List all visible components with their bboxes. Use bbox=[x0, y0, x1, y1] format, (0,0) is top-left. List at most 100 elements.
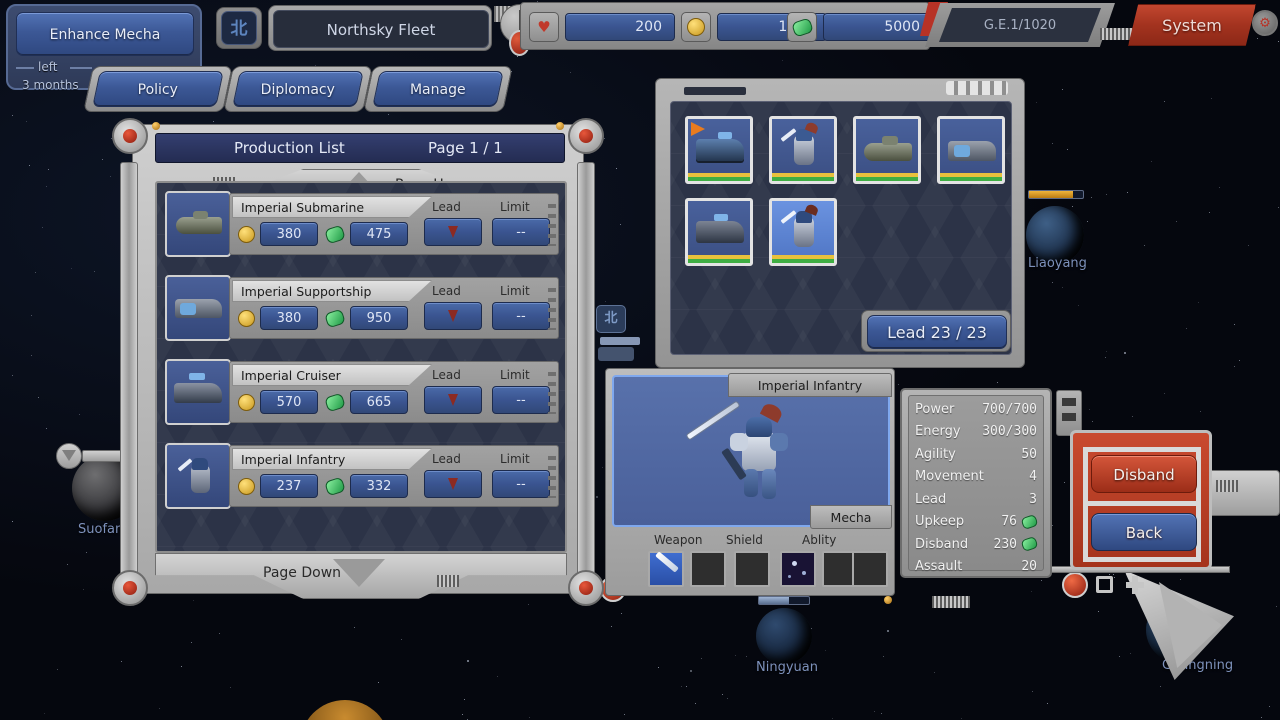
green-gem-icon bbox=[1020, 536, 1039, 553]
plus-icon[interactable] bbox=[1126, 576, 1144, 594]
equip-slot-shield-1[interactable] bbox=[734, 551, 770, 587]
map-fleet-icon-left[interactable]: 北 bbox=[596, 305, 642, 365]
production-title-bar: Production List Page 1 / 1 bbox=[155, 133, 565, 163]
gear-icon[interactable]: ⚙ bbox=[1252, 10, 1278, 36]
tab-policy[interactable]: Policy bbox=[83, 66, 233, 112]
lead-column-label: Lead bbox=[432, 368, 461, 382]
panel-bolt-small-tl bbox=[152, 122, 160, 130]
tab-diplomacy-label-box: Diplomacy bbox=[232, 71, 364, 107]
production-panel: Production List Page 1 / 1 Page Up Imper… bbox=[112, 118, 604, 606]
cruiser-turret-icon bbox=[718, 132, 732, 139]
navy-emblem-icon: 北 bbox=[221, 11, 257, 45]
page-down-grill bbox=[437, 575, 459, 587]
production-thumb[interactable] bbox=[165, 191, 231, 257]
stat-value: 4 bbox=[1029, 469, 1037, 485]
production-row[interactable]: Imperial Supportship 380 950 Lead Limit … bbox=[165, 269, 561, 347]
limit-column-label: Limit bbox=[500, 368, 530, 382]
panel-bolt-top-left bbox=[112, 118, 148, 154]
equip-slot-weapon-2[interactable] bbox=[690, 551, 726, 587]
submarine-icon bbox=[176, 217, 222, 234]
tab-manage[interactable]: Manage bbox=[363, 66, 513, 112]
action-deco-mid bbox=[1087, 501, 1201, 506]
fleet-unit-slot[interactable] bbox=[685, 116, 753, 184]
lead-column-label: Lead bbox=[432, 284, 461, 298]
suofan-marker-tri bbox=[62, 450, 76, 461]
supportship-pod-icon bbox=[180, 303, 196, 315]
mecha-sprite bbox=[685, 400, 800, 503]
map-structure-right bbox=[1208, 470, 1280, 516]
weapon-group-label: Weapon bbox=[654, 533, 703, 547]
resource-value-material: 5000 bbox=[823, 13, 933, 41]
stat-value: 20 bbox=[1021, 559, 1037, 575]
production-limit-value[interactable]: -- bbox=[492, 218, 550, 246]
system-button[interactable]: System bbox=[1128, 4, 1256, 46]
cruiser-icon bbox=[696, 139, 744, 161]
gold-coin-icon bbox=[238, 394, 255, 411]
production-row-body: Imperial Cruiser 570 665 Lead Limit -- bbox=[229, 361, 559, 423]
production-row[interactable]: Imperial Cruiser 570 665 Lead Limit -- bbox=[165, 353, 561, 431]
map-structure-grill bbox=[1216, 480, 1238, 492]
enhance-mecha-button[interactable]: Enhance Mecha bbox=[16, 12, 194, 56]
production-thumb[interactable] bbox=[165, 443, 231, 509]
disband-button[interactable]: Disband bbox=[1091, 455, 1197, 493]
equip-slot-ability-3[interactable] bbox=[852, 551, 888, 587]
mecha-shoulder-left bbox=[730, 433, 748, 451]
liaoyang-progress-bar bbox=[1028, 190, 1084, 199]
production-limit-value[interactable]: -- bbox=[492, 386, 550, 414]
bottom-bolt bbox=[884, 596, 892, 604]
tab-policy-label-box: Policy bbox=[92, 71, 224, 107]
fleet-unit-slot[interactable] bbox=[937, 116, 1005, 184]
square-icon[interactable] bbox=[1096, 576, 1113, 593]
production-lead-limit-group: Lead Limit -- bbox=[418, 280, 558, 338]
production-lead-value bbox=[424, 470, 482, 498]
action-panel: Disband Back bbox=[1070, 430, 1212, 570]
production-limit-value[interactable]: -- bbox=[492, 470, 550, 498]
page-down-button[interactable]: Page Down bbox=[155, 553, 567, 599]
submarine-tower-icon bbox=[882, 136, 898, 145]
unit-health-bar bbox=[856, 173, 918, 181]
fleet-panel-strip bbox=[684, 87, 746, 95]
fleet-unit-slot-selected[interactable] bbox=[769, 198, 837, 266]
panel-rail-right bbox=[577, 162, 595, 592]
green-gem-icon bbox=[324, 476, 346, 497]
stat-key: Power bbox=[915, 401, 955, 417]
lead-arrow-icon bbox=[448, 226, 458, 238]
shield-group-label: Shield bbox=[726, 533, 763, 547]
production-limit-value[interactable]: -- bbox=[492, 302, 550, 330]
unit-class-tab: Mecha bbox=[810, 505, 892, 529]
gold-coin-icon bbox=[238, 226, 255, 243]
stat-key: Disband bbox=[915, 536, 969, 552]
stat-value: 230 bbox=[993, 536, 1017, 552]
ability-group-label: Ablity bbox=[802, 533, 837, 547]
faction-emblem[interactable]: 北 bbox=[216, 7, 262, 49]
lead-column-label: Lead bbox=[432, 452, 461, 466]
cruiser-turret-icon bbox=[714, 214, 728, 221]
equip-slot-ability-1[interactable] bbox=[780, 551, 816, 587]
production-row[interactable]: Imperial Submarine 380 475 Lead Limit -- bbox=[165, 185, 561, 263]
production-row-body: Imperial Infantry 237 332 Lead Limit -- bbox=[229, 445, 559, 507]
lead-column-label: Lead bbox=[432, 200, 461, 214]
production-thumb[interactable] bbox=[165, 275, 231, 341]
back-button[interactable]: Back bbox=[1091, 513, 1197, 551]
fleet-unit-slot[interactable] bbox=[769, 116, 837, 184]
fleet-unit-slot[interactable] bbox=[685, 198, 753, 266]
fleet-unit-slot[interactable] bbox=[853, 116, 921, 184]
production-item-name: Imperial Supportship bbox=[232, 280, 432, 302]
fleet-name-display[interactable]: Northsky Fleet bbox=[273, 10, 489, 48]
panel-rail-left bbox=[120, 162, 138, 592]
equip-slot-weapon-1[interactable] bbox=[648, 551, 684, 587]
corner-ball-left bbox=[1062, 572, 1088, 598]
production-row-body: Imperial Supportship 380 950 Lead Limit … bbox=[229, 277, 559, 339]
tab-diplomacy[interactable]: Diplomacy bbox=[223, 66, 373, 112]
production-item-name: Imperial Infantry bbox=[232, 448, 432, 470]
production-thumb[interactable] bbox=[165, 359, 231, 425]
production-row[interactable]: Imperial Infantry 237 332 Lead Limit -- bbox=[165, 437, 561, 515]
production-cost-gem: 665 bbox=[350, 390, 408, 414]
stat-row: Upkeep 76 bbox=[915, 511, 1039, 534]
planet-ningyuan[interactable] bbox=[756, 608, 812, 664]
era-date-value: G.E.1/1020 bbox=[939, 8, 1101, 42]
sword-icon bbox=[655, 551, 679, 573]
supportship-pod-icon bbox=[954, 145, 970, 157]
planet-label-liaoyang: Liaoyang bbox=[1028, 256, 1087, 271]
production-lead-value bbox=[424, 218, 482, 246]
